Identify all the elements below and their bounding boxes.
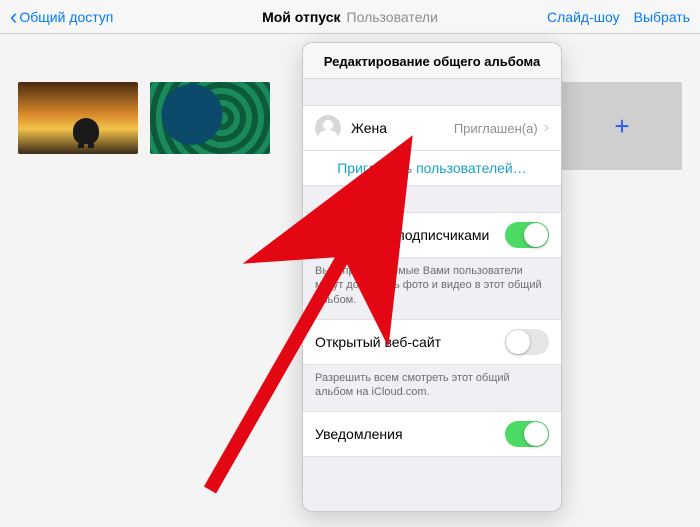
- subscriber-posting-note: Вы и приглашаемые Вами пользователи могу…: [303, 258, 561, 319]
- public-website-row: Открытый веб-сайт: [303, 319, 561, 365]
- nav-title-group: Мой отпуск Пользователи: [262, 9, 438, 25]
- select-button[interactable]: Выбрать: [634, 9, 690, 25]
- invite-label: Пригласить пользователей…: [337, 160, 527, 176]
- chevron-right-icon: ›: [544, 119, 549, 137]
- public-website-switch[interactable]: [505, 329, 549, 355]
- notifications-label: Уведомления: [315, 426, 403, 442]
- back-label: Общий доступ: [19, 9, 113, 25]
- subscriber-posting-row: Публикация подписчиками: [303, 212, 561, 258]
- plus-icon: +: [614, 111, 629, 142]
- public-website-note: Разрешить всем смотреть этот общий альбо…: [303, 365, 561, 412]
- notifications-row: Уведомления: [303, 411, 561, 457]
- member-status: Приглашен(а): [454, 121, 538, 136]
- chevron-left-icon: ‹: [10, 6, 17, 28]
- back-button[interactable]: ‹ Общий доступ: [10, 6, 113, 28]
- edit-shared-album-popover: Редактирование общего альбома Жена Пригл…: [302, 42, 562, 512]
- top-navbar: ‹ Общий доступ Мой отпуск Пользователи С…: [0, 0, 700, 34]
- add-photo-tile[interactable]: +: [562, 82, 682, 170]
- subscriber-posting-switch[interactable]: [505, 222, 549, 248]
- notifications-switch[interactable]: [505, 421, 549, 447]
- photo-thumbnail[interactable]: [18, 82, 138, 154]
- public-website-label: Открытый веб-сайт: [315, 334, 441, 350]
- slideshow-button[interactable]: Слайд-шоу: [547, 9, 620, 25]
- photo-thumbnail[interactable]: [150, 82, 270, 154]
- member-row[interactable]: Жена Приглашен(а) ›: [303, 105, 561, 151]
- nav-subtitle: Пользователи: [347, 9, 438, 25]
- member-name: Жена: [351, 120, 387, 136]
- avatar-icon: [315, 115, 341, 141]
- subscriber-posting-label: Публикация подписчиками: [315, 227, 489, 243]
- popover-title: Редактирование общего альбома: [303, 43, 561, 79]
- album-title: Мой отпуск: [262, 9, 340, 25]
- invite-users-button[interactable]: Пригласить пользователей…: [303, 151, 561, 186]
